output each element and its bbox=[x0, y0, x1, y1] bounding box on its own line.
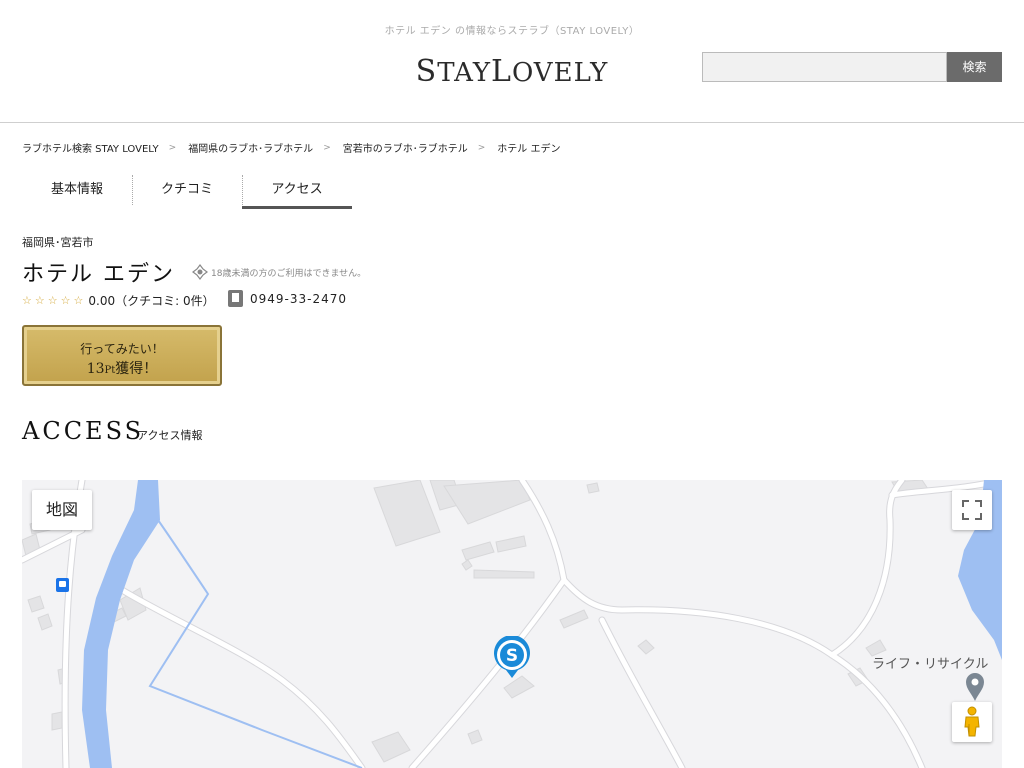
star-icon: ☆ bbox=[34, 294, 45, 307]
logo-text-ovely: OVELY bbox=[511, 58, 609, 88]
tab-reviews[interactable]: クチコミ bbox=[132, 173, 242, 209]
breadcrumb-item-prefecture[interactable]: 福岡県のラブホ･ラブホテル bbox=[188, 140, 313, 155]
phone-text: 0949-33-2470 bbox=[250, 291, 348, 306]
logo-letter-l: L bbox=[491, 54, 512, 89]
points-unit: Pt bbox=[104, 365, 116, 376]
want-to-go-label: 行ってみたい！ bbox=[80, 342, 164, 356]
points-suffix: 獲得！ bbox=[115, 361, 158, 377]
phone-number[interactable]: 0949-33-2470 bbox=[228, 290, 347, 307]
points-value: 13 bbox=[86, 361, 105, 377]
breadcrumb: ラブホテル検索 STAY LOVELY > 福岡県のラブホ･ラブホテル > 宮若… bbox=[22, 140, 561, 156]
hotel-location: 福岡県･宮若市 bbox=[22, 236, 94, 249]
map-type-button[interactable]: 地図 bbox=[32, 490, 93, 530]
map-canvas[interactable] bbox=[22, 480, 1002, 768]
breadcrumb-item-current: ホテル エデン bbox=[497, 144, 561, 155]
want-to-go-button[interactable]: 行ってみたい！ 13Pt獲得！ bbox=[22, 325, 222, 386]
star-icon: ☆ bbox=[60, 294, 71, 307]
breadcrumb-item-top[interactable]: ラブホテル検索 STAY LOVELY bbox=[22, 140, 159, 155]
search-input[interactable] bbox=[702, 52, 947, 82]
age-restriction-icon bbox=[192, 264, 208, 280]
search-button[interactable]: 検索 bbox=[947, 52, 1002, 82]
logo-text-tay: TAY bbox=[437, 58, 492, 88]
star-icon: ☆ bbox=[73, 294, 84, 307]
points-earned: 13Pt獲得！ bbox=[24, 358, 220, 378]
pegman-icon bbox=[964, 706, 980, 737]
hotel-location-marker[interactable]: S bbox=[492, 636, 532, 680]
rating-stars: ☆ ☆ ☆ ☆ ☆ bbox=[22, 294, 86, 307]
tab-access[interactable]: アクセス bbox=[242, 173, 352, 209]
hotel-name: ホテル エデン bbox=[22, 262, 175, 287]
access-heading: ACCESS bbox=[22, 417, 145, 445]
site-header: ホテル エデン の情報ならステラブ（STAY LOVELY） STAYLOVEL… bbox=[0, 0, 1024, 123]
access-map[interactable]: 地図 S ライフ・リサイクル bbox=[22, 480, 1002, 768]
poi-pin-icon[interactable] bbox=[964, 672, 986, 702]
breadcrumb-separator: > bbox=[323, 142, 331, 153]
breadcrumb-item-city[interactable]: 宮若市のラブホ･ラブホテル bbox=[343, 140, 468, 155]
access-subheading: アクセス情報 bbox=[137, 429, 203, 442]
rating-summary[interactable]: 0.00（クチコミ: 0件） bbox=[88, 292, 214, 309]
breadcrumb-separator: > bbox=[168, 142, 177, 153]
rating-row: ☆ ☆ ☆ ☆ ☆ 0.00（クチコミ: 0件） bbox=[22, 292, 215, 309]
hotel-tabs: 基本情報 クチコミ アクセス bbox=[22, 173, 352, 209]
phone-icon bbox=[228, 290, 243, 307]
age-restriction-notice: 18歳未満の方のご利用はできません。 bbox=[192, 264, 366, 280]
site-tagline: ホテル エデン の情報ならステラブ（STAY LOVELY） bbox=[384, 26, 640, 37]
street-view-button[interactable] bbox=[952, 702, 992, 742]
logo-letter-s: S bbox=[415, 54, 438, 89]
hotel-marker-letter: S bbox=[506, 646, 518, 666]
breadcrumb-separator: > bbox=[477, 142, 486, 153]
bus-stop-icon[interactable] bbox=[56, 578, 69, 592]
age-restriction-text: 18歳未満の方のご利用はできません。 bbox=[211, 268, 367, 279]
fullscreen-icon bbox=[962, 500, 982, 520]
tab-basic-info[interactable]: 基本情報 bbox=[22, 173, 132, 209]
star-icon: ☆ bbox=[22, 294, 32, 307]
fullscreen-button[interactable] bbox=[952, 490, 992, 530]
star-icon: ☆ bbox=[47, 294, 58, 307]
poi-label[interactable]: ライフ・リサイクル bbox=[872, 653, 988, 672]
